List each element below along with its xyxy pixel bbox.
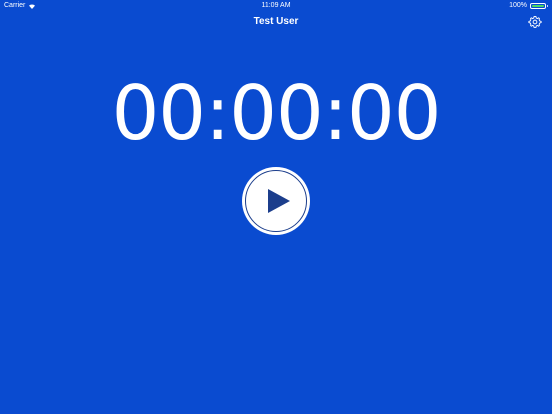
status-time: 11:09 AM (261, 2, 291, 9)
page-title: Test User (253, 16, 299, 27)
gear-icon (528, 15, 542, 29)
status-bar: Carrier 11:09 AM 100% (0, 0, 552, 11)
play-button[interactable] (242, 167, 310, 235)
status-right: 100% (509, 0, 548, 11)
battery-percent: 100% (509, 2, 527, 9)
battery-icon (530, 2, 548, 9)
settings-button[interactable] (528, 15, 542, 29)
timer-display: 00:00:00 (111, 69, 442, 157)
play-icon (268, 189, 290, 213)
